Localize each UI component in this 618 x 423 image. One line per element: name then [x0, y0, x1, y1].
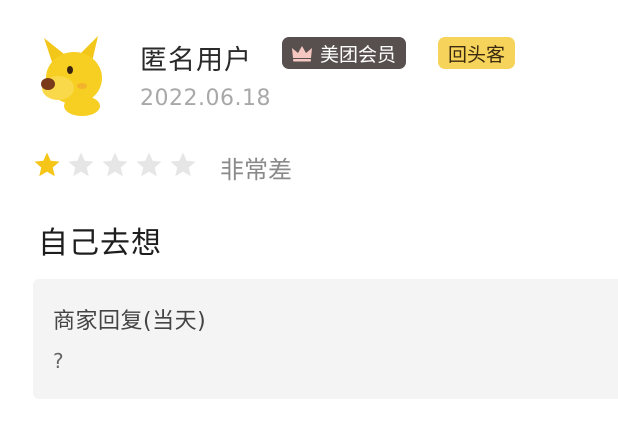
crown-icon: [292, 46, 312, 62]
merchant-reply-content: ?: [53, 349, 64, 373]
merchant-reply: 商家回复(当天) ?: [33, 279, 618, 399]
review-content: 自己去想: [38, 226, 162, 261]
yellow-dog-avatar-icon: [41, 36, 102, 116]
member-badge-label: 美团会员: [320, 43, 397, 66]
star-icon: [170, 152, 196, 177]
member-badge: 美团会员: [282, 37, 407, 69]
rating-label: 非常差: [220, 156, 292, 184]
review-card: 匿名用户 美团会员 回头客 2022.06.18 非常差 自己去想 商家回复(当…: [0, 0, 618, 423]
star-icon: [34, 152, 60, 177]
star-icon: [68, 152, 94, 177]
username: 匿名用户: [140, 45, 252, 76]
star-icon: [136, 152, 162, 177]
review-date: 2022.06.18: [140, 86, 271, 111]
star-icon: [102, 152, 128, 177]
user-avatar[interactable]: [30, 32, 112, 116]
merchant-reply-title: 商家回复(当天): [53, 309, 207, 334]
repeat-customer-badge: 回头客: [438, 37, 516, 69]
star-rating: [32, 150, 198, 180]
